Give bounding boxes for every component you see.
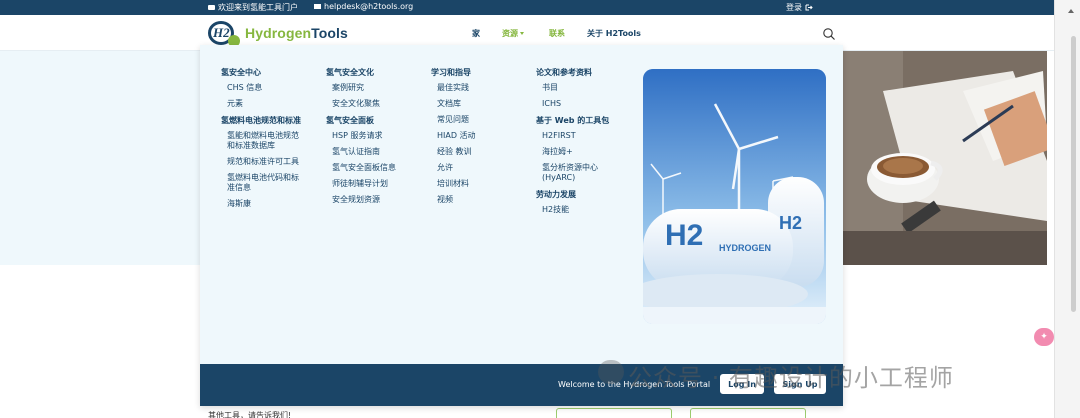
menu-link[interactable]: ICHS [536,99,628,109]
hero-photo [843,51,1047,265]
login-text: 登录 [786,3,802,12]
nav-home[interactable]: 家 [472,28,480,39]
menu-link[interactable]: 书目 [536,83,628,93]
page: 欢迎来到氢能工具门户 helpdesk@h2tools.org 登录 H2 Hy… [0,0,1080,418]
menu-link[interactable]: 最佳实践 [431,83,517,93]
hero-banner-background [0,51,205,265]
sign-in-icon [805,4,813,11]
top-utility-bar: 欢迎来到氢能工具门户 helpdesk@h2tools.org 登录 [0,0,1054,15]
menu-link[interactable]: HIAD 活动 [431,131,517,141]
menu-link[interactable]: 氢能和燃料电池规范和标准数据库 [221,131,303,151]
login-link[interactable]: 登录 [786,2,813,13]
menu-link[interactable]: CHS 信息 [221,83,303,93]
nav-contact[interactable]: 联系 [549,28,565,39]
menu-link[interactable]: 氢气认证指南 [326,147,406,157]
menu-link[interactable]: 经验 教训 [431,147,517,157]
scroll-up-arrow-icon[interactable] [1068,9,1074,13]
menu-column-safety: 氢安全中心 CHS 信息 元素 氢燃料电池规范和标准 氢能和燃料电池规范和标准数… [221,67,303,215]
h2-logo-icon: H2 [207,19,241,47]
menu-link[interactable]: HSP 服务请求 [326,131,406,141]
menu-link[interactable]: 规范和标准许可工具 [221,157,303,167]
menu-link[interactable]: 常见问题 [431,115,517,125]
menu-heading[interactable]: 氢气安全面板 [326,115,406,126]
logo-word-hydrogen: Hydrogen [245,25,312,41]
menu-link[interactable]: 允许 [431,163,517,173]
scrollbar-thumb[interactable] [1071,36,1076,312]
envelope-icon [314,4,321,9]
menu-link[interactable]: H2FIRST [536,131,628,141]
hydrogen-tanks-image: H2 HYDROGEN H2 [643,69,826,324]
page-scrollbar[interactable] [1054,0,1080,418]
search-icon [823,28,835,40]
toolbox-icon [208,5,215,10]
menu-link[interactable]: 安全文化聚焦 [326,99,406,109]
menu-heading[interactable]: 氢燃料电池规范和标准 [221,115,303,126]
search-button[interactable] [822,26,836,40]
translate-float-icon[interactable]: ✦ [1034,328,1054,346]
menu-column-learning: 学习和指导 最佳实践 文档库 常见问题 HIAD 活动 经验 教训 允许 培训材… [431,67,517,211]
resources-mega-menu: 氢安全中心 CHS 信息 元素 氢燃料电池规范和标准 氢能和燃料电池规范和标准数… [200,45,843,406]
menu-link[interactable]: H2技能 [536,205,628,215]
tools-hint-text: 其他工具，请告诉我们! [208,411,292,418]
welcome-text: 欢迎来到氢能工具门户 [218,3,298,12]
nav-resources[interactable]: 资源 [502,28,524,39]
menu-heading[interactable]: 氢安全中心 [221,67,303,78]
logo-badge-text: H2 [213,25,230,40]
outlined-button-2[interactable] [690,408,806,418]
chevron-down-icon [520,32,524,35]
menu-heading[interactable]: 氢气安全文化 [326,67,406,78]
menu-link[interactable]: 安全规划资源 [326,195,406,205]
logo-word-tools: Tools [311,25,348,41]
nav-about[interactable]: 关于 H2Tools [587,28,641,39]
nav-resources-label: 资源 [502,29,518,38]
menu-link[interactable]: 氢气安全面板信息 [326,163,406,173]
menu-column-culture: 氢气安全文化 案例研究 安全文化聚焦 氢气安全面板 HSP 服务请求 氢气认证指… [326,67,406,211]
outlined-button-1[interactable] [556,408,672,418]
menu-heading[interactable]: 论文和参考资料 [536,67,628,78]
wechat-watermark-icon [598,360,624,384]
tank-h2-label-small: H2 [779,213,803,233]
menu-heading[interactable]: 基于 Web 的工具包 [536,115,628,126]
tank-hydrogen-label: HYDROGEN [719,243,772,253]
watermark-text: 公众号 · 有趣设计的小工程师 [628,364,954,392]
coffee-notebook-image [843,51,1047,265]
tank-h2-label: H2 [665,219,704,252]
menu-link[interactable]: 师徒制辅导计划 [326,179,406,189]
menu-link[interactable]: 氢分析资源中心(HyARC) [536,163,628,183]
menu-link[interactable]: 培训材料 [431,179,517,189]
menu-column-papers: 论文和参考资料 书目 ICHS 基于 Web 的工具包 H2FIRST 海拉姆+… [536,67,628,221]
logo-wordmark: HydrogenTools [245,25,348,41]
menu-link[interactable]: 元素 [221,99,303,109]
menu-link[interactable]: 海拉姆+ [536,147,628,157]
menu-link[interactable]: 视频 [431,195,517,205]
menu-heading[interactable]: 劳动力发展 [536,189,628,200]
menu-link[interactable]: 海斯康 [221,199,303,209]
menu-link[interactable]: 氢燃料电池代码和标准信息 [221,173,303,193]
helpdesk-email: helpdesk@h2tools.org [324,2,414,11]
welcome-link[interactable]: 欢迎来到氢能工具门户 [208,2,298,13]
wind-turbine-tanks-graphic [643,69,826,324]
menu-link[interactable]: 案例研究 [326,83,406,93]
helpdesk-email-link[interactable]: helpdesk@h2tools.org [314,2,413,11]
menu-heading[interactable]: 学习和指导 [431,67,517,78]
site-logo[interactable]: H2 HydrogenTools [207,19,348,47]
menu-link[interactable]: 文档库 [431,99,517,109]
